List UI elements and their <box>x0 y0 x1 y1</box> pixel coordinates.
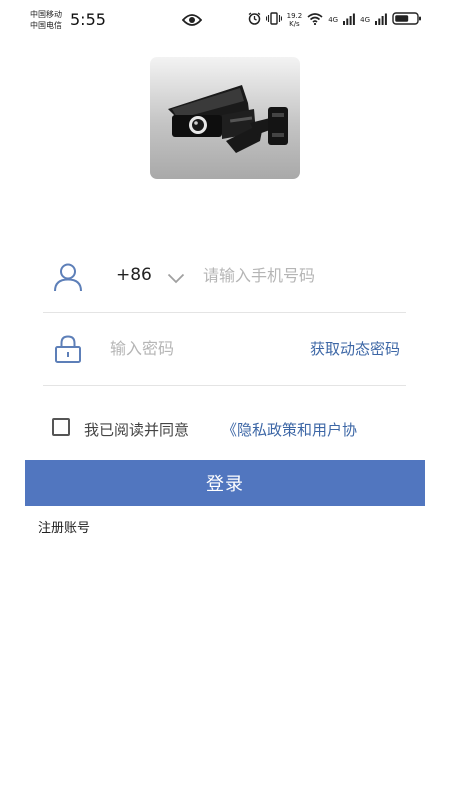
signal-icon <box>343 10 356 29</box>
password-row: 获取动态密码 <box>43 313 406 386</box>
vibrate-icon <box>265 10 282 29</box>
get-dynamic-code-button[interactable]: 获取动态密码 <box>310 338 400 359</box>
security-camera-icon <box>150 85 300 179</box>
eye-icon <box>181 12 203 31</box>
agreement-row: 我已阅读并同意 《隐私政策和用户协 <box>52 418 412 440</box>
status-bar: 中国移动 中国电信 5:55 19.2 K/s 4G 4G <box>0 0 450 40</box>
phone-input[interactable] <box>203 262 398 288</box>
chevron-down-icon[interactable] <box>167 269 185 288</box>
carrier-2: 中国电信 <box>30 21 62 30</box>
wifi-icon <box>307 10 323 29</box>
privacy-policy-link[interactable]: 《隐私政策和用户协 <box>222 419 357 440</box>
login-button[interactable]: 登录 <box>25 460 425 506</box>
clock: 5:55 <box>70 10 106 29</box>
user-icon <box>53 262 83 296</box>
network-label-2: 4G <box>360 15 370 24</box>
register-link[interactable]: 注册账号 <box>38 517 90 536</box>
agree-checkbox[interactable] <box>52 418 70 436</box>
lock-icon <box>54 334 82 368</box>
status-icons: 19.2 K/s 4G 4G <box>248 10 422 29</box>
network-label-1: 4G <box>328 15 339 24</box>
agree-text: 我已阅读并同意 <box>84 421 190 439</box>
country-code-selector[interactable]: +86 <box>116 265 152 285</box>
phone-row: +86 <box>43 240 406 313</box>
carrier-1: 中国移动 <box>30 10 62 19</box>
carrier-labels: 中国移动 中国电信 <box>30 9 62 31</box>
alarm-icon <box>248 10 261 29</box>
password-input[interactable] <box>110 335 270 361</box>
net-speed: 19.2 K/s <box>286 11 303 28</box>
signal-icon <box>375 10 387 29</box>
battery-icon <box>392 10 422 29</box>
app-logo <box>150 57 300 179</box>
